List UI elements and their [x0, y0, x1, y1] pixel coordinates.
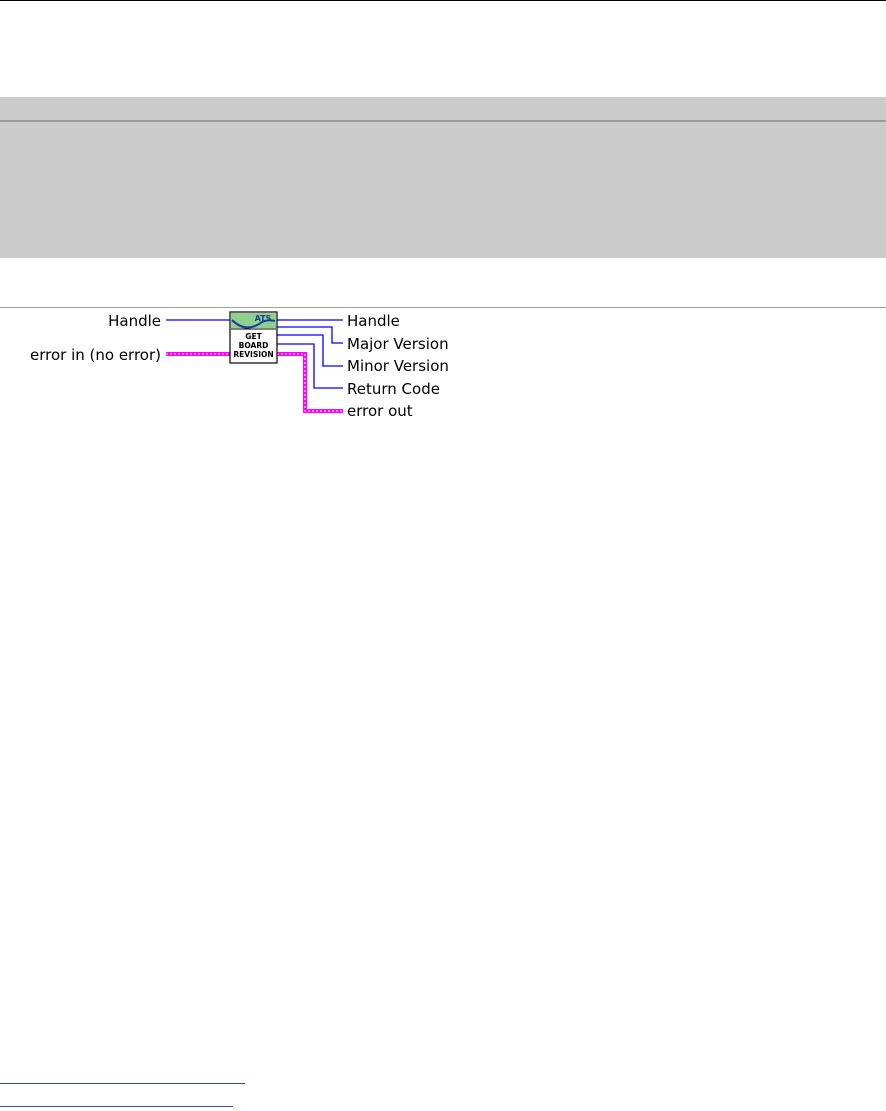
output-label-major-version: Major Version: [347, 335, 449, 353]
connector-pane-diagram: ATS GET BOARD REVISION Handle error in (…: [30, 311, 449, 420]
gray-header-bar: [0, 97, 886, 120]
wire-error-out: [277, 352, 343, 413]
header-rule: [0, 0, 886, 1]
output-label-handle: Handle: [347, 312, 400, 330]
icon-line-revision: REVISION: [233, 350, 273, 359]
output-label-return-code: Return Code: [347, 380, 440, 398]
get-board-revision-vi-icon: ATS GET BOARD REVISION: [229, 311, 278, 364]
icon-line-get: GET: [245, 332, 262, 341]
ats-brand-text: ATS: [255, 314, 272, 323]
output-label-minor-version: Minor Version: [347, 357, 449, 375]
input-label-handle: Handle: [108, 312, 161, 330]
wire-minor-version: [277, 334, 343, 367]
output-label-error-out: error out: [347, 402, 413, 420]
icon-line-board: BOARD: [239, 341, 269, 350]
footnote-link-underline[interactable]: [0, 1083, 245, 1084]
gray-content-block: [0, 122, 886, 258]
footnote-link-underline[interactable]: [0, 1106, 233, 1107]
input-label-error-in: error in (no error): [30, 346, 161, 364]
